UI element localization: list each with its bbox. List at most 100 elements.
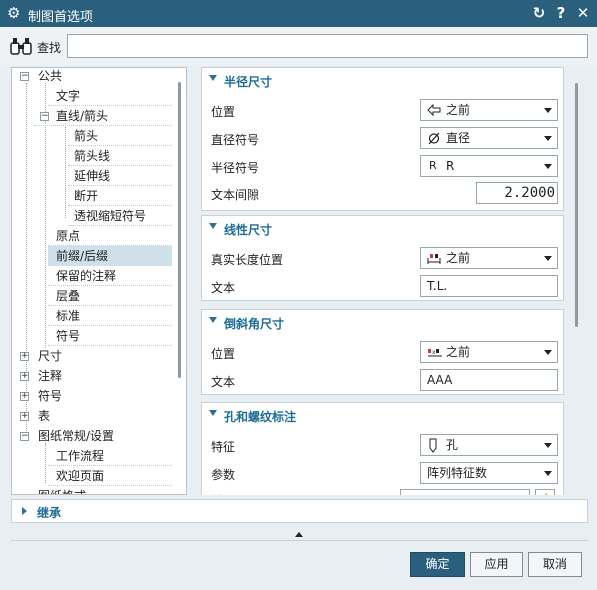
collapse-toggle[interactable]: − [20, 72, 29, 81]
collapse-toggle[interactable]: − [20, 432, 29, 441]
expand-toggle[interactable]: + [20, 392, 29, 401]
apply-button[interactable]: 应用 [470, 552, 523, 577]
tree-item-label: 标准 [56, 309, 81, 323]
caret-down-icon [209, 410, 217, 416]
tree-item-line-arrow[interactable]: − 直线/箭头 [34, 106, 172, 126]
tree-item-symbol-sub[interactable]: 符号 [48, 326, 172, 346]
tree-item-label: 前缀/后缀 [56, 249, 109, 263]
true-length-position-select[interactable]: 之前 [420, 247, 558, 269]
tree-item-label: 符号 [38, 389, 63, 403]
caret-down-icon [209, 223, 217, 229]
close-icon[interactable]: ✕ [575, 4, 591, 22]
tree-item-label: 公共 [38, 69, 63, 83]
tree-item-workflow[interactable]: 工作流程 [48, 446, 172, 466]
section-inherit[interactable]: 继承 [11, 499, 588, 523]
reset-icon[interactable]: ↻ [531, 4, 547, 22]
binoculars-icon [10, 38, 32, 55]
tree-item-common[interactable]: − 公共 [12, 68, 172, 86]
expand-toggle[interactable]: + [20, 412, 29, 421]
tree-item-foreshortening-symbol[interactable]: 透视缩短符号 [68, 206, 172, 226]
tree-item-label: 层叠 [56, 289, 81, 303]
tree-item-symbol[interactable]: + 符号 [12, 386, 172, 406]
tree-item-drawing-format[interactable]: 图纸格式 [12, 486, 172, 494]
dimension-prefix-icon [427, 254, 441, 264]
section-header[interactable]: 孔和螺纹标注 [202, 403, 563, 427]
window-title: 制图首选项 [28, 10, 94, 25]
chamfer-text-label: 文本 [211, 375, 236, 389]
chamfer-position-select[interactable]: x 之前 [420, 341, 558, 363]
gear-icon: ⚙ [7, 4, 21, 22]
diameter-symbol-label: 直径符号 [211, 133, 260, 147]
parameter-value: 阵列特征数 [427, 466, 488, 480]
expand-up-icon[interactable] [295, 532, 303, 537]
tree-item-table[interactable]: + 表 [12, 406, 172, 426]
tree-item-prefix-suffix[interactable]: 前缀/后缀 [48, 246, 172, 266]
tree-item-extension-line[interactable]: 延伸线 [68, 166, 172, 186]
caret-right-icon [22, 507, 27, 515]
section-linear-dimension: 线性尺寸 真实长度位置 之前 文本 T.L. [201, 215, 564, 301]
parameter-select[interactable]: 阵列特征数 [420, 462, 558, 484]
radius-symbol-select[interactable]: R R [420, 155, 558, 177]
position-select[interactable]: 之前 [420, 99, 558, 121]
tree-item-break[interactable]: 断开 [68, 186, 172, 206]
tree-item-label: 透视缩短符号 [74, 209, 147, 223]
cancel-button[interactable]: 取消 [528, 552, 582, 577]
radius-symbol-value: R [446, 159, 455, 173]
tree-item-stacking[interactable]: 层叠 [48, 286, 172, 306]
chevron-down-icon [544, 164, 552, 169]
diameter-symbol-select[interactable]: 直径 [420, 127, 558, 149]
section-hole-thread-callout: 孔和螺纹标注 特征 孔 参数 阵列特征数 前缀 [201, 402, 564, 495]
tree-item-label: 图纸格式 [38, 486, 86, 494]
tree-item-welcome-page[interactable]: 欢迎页面 [48, 466, 172, 486]
radius-symbol-label: 半径符号 [211, 161, 260, 175]
tree-item-arrow-line[interactable]: 箭头线 [68, 146, 172, 166]
section-title: 倒斜角尺寸 [224, 317, 285, 331]
chevron-down-icon [544, 136, 552, 141]
chevron-down-icon [544, 471, 552, 476]
tree-item-drawing-general-settings[interactable]: − 图纸常规/设置 [12, 426, 172, 446]
chamfer-position-value: 之前 [446, 345, 471, 359]
expand-toggle[interactable]: + [20, 372, 29, 381]
tree-item-label: 保留的注释 [56, 269, 117, 283]
chevron-down-icon [544, 350, 552, 355]
radius-symbol-icon: R [429, 159, 437, 172]
tree-item-label: 注释 [38, 369, 63, 383]
search-input[interactable] [67, 34, 588, 58]
chevron-down-icon [544, 108, 552, 113]
hole-icon [429, 438, 437, 453]
tree-item-label: 箭头 [74, 129, 99, 143]
chevron-down-icon [544, 443, 552, 448]
section-title: 孔和螺纹标注 [224, 410, 297, 424]
panel-scrollbar[interactable] [575, 83, 578, 327]
section-header[interactable]: 半径尺寸 [202, 68, 563, 92]
tree-item-annotation[interactable]: + 注释 [12, 366, 172, 386]
svg-text:x: x [432, 349, 436, 356]
section-chamfer-dimension: 倒斜角尺寸 位置 x 之前 文本 AAA [201, 309, 564, 395]
tree-item-dimension[interactable]: + 尺寸 [12, 346, 172, 366]
tree-item-label: 箭头线 [74, 149, 111, 163]
chamfer-text-input[interactable]: AAA [420, 369, 558, 391]
tree-item-standard[interactable]: 标准 [48, 306, 172, 326]
ok-button[interactable]: 确定 [410, 552, 465, 577]
tree-scrollbar[interactable] [178, 82, 181, 378]
prefix-input[interactable] [400, 489, 530, 495]
caret-down-icon [209, 317, 217, 323]
expand-toggle[interactable]: + [20, 352, 29, 361]
tree-item-arrowhead[interactable]: 箭头 [68, 126, 172, 146]
help-icon[interactable]: ? [553, 4, 569, 22]
feature-select[interactable]: 孔 [420, 434, 558, 456]
section-header[interactable]: 线性尺寸 [202, 216, 563, 240]
tree-item-label: 原点 [56, 229, 81, 243]
text-gap-input[interactable]: 2.2000 [476, 182, 558, 204]
tree-item-label: 延伸线 [74, 169, 111, 183]
title-bar: ⚙ 制图首选项 ↻ ? ✕ [0, 0, 597, 27]
tree-item-text[interactable]: 文字 [48, 86, 172, 106]
tree-item-origin[interactable]: 原点 [48, 226, 172, 246]
section-header[interactable]: 倒斜角尺寸 [202, 310, 563, 334]
symbol-picker-button[interactable] [535, 489, 555, 495]
linear-text-input[interactable]: T.L. [420, 275, 558, 297]
warning-icon [541, 493, 551, 495]
category-tree: − 公共 文字 − 直线/箭头 箭头 箭头线 延伸线 断开 透视缩短符号 原点 … [11, 67, 187, 495]
collapse-toggle[interactable]: − [40, 112, 49, 121]
tree-item-retained-annotations[interactable]: 保留的注释 [48, 266, 172, 286]
